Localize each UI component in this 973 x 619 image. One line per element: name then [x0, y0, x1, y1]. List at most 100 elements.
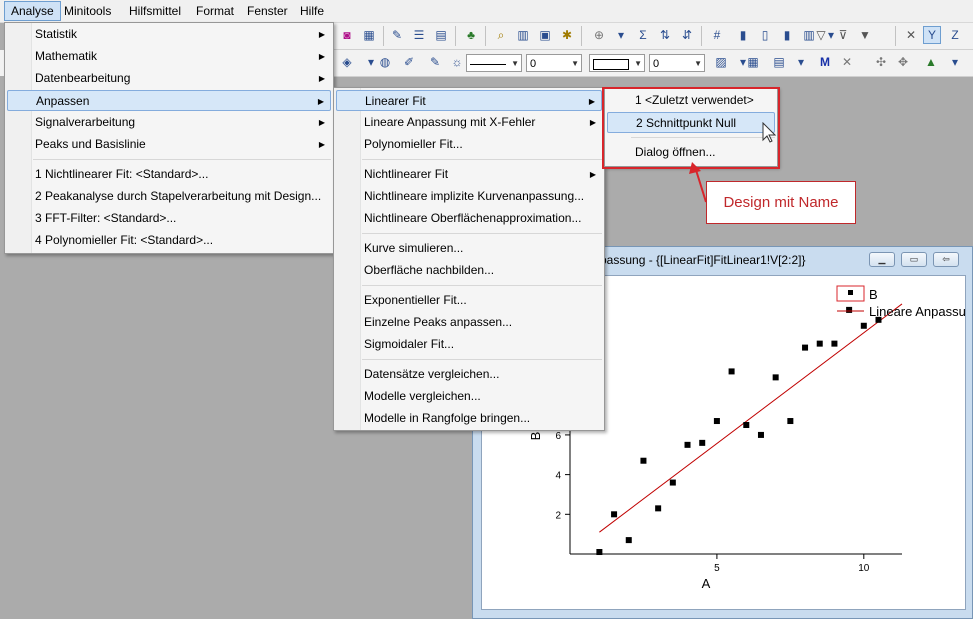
data-point	[787, 418, 794, 425]
menu-item-modelle-rangfolge[interactable]: Modelle in Rangfolge bringen...	[336, 408, 602, 429]
data-point	[713, 418, 720, 425]
dropdown-icon-5[interactable]: ▾	[793, 54, 809, 70]
recent-item-1[interactable]: 1 Nichtlinearer Fit: <Standard>...	[7, 164, 331, 185]
number-format-icon[interactable]: #	[709, 27, 725, 43]
unmerge-icon[interactable]: ✕	[839, 54, 855, 70]
pen-icon[interactable]: ✐	[401, 54, 417, 70]
data-point	[611, 511, 618, 518]
line-width-combo[interactable]: 0 ▼	[526, 54, 582, 72]
data-point	[743, 422, 750, 428]
add-column-icon[interactable]: ⊕	[591, 27, 607, 43]
data-point	[757, 431, 764, 438]
dropdown-icon-6[interactable]: ▾	[947, 54, 963, 70]
menu-item-statistik[interactable]: Statistik ▶	[7, 24, 331, 45]
y-axis-icon[interactable]: Y	[923, 26, 941, 44]
tables-icon[interactable]: ▤	[433, 27, 449, 43]
restore-button[interactable]: ▭	[901, 252, 927, 267]
sum-icon[interactable]: Σ	[635, 27, 651, 43]
menu-item-signalverarbeitung[interactable]: Signalverarbeitung ▶	[7, 112, 331, 133]
gear-icon[interactable]: ✱	[559, 27, 575, 43]
menu-item-peaks[interactable]: Peaks und Basislinie ▶	[7, 134, 331, 155]
y-axis-label: B	[528, 432, 543, 441]
menu-item-datensaetze-vergleichen[interactable]: Datensätze vergleichen...	[336, 364, 602, 385]
fill-bucket-icon[interactable]: ◈	[339, 54, 355, 70]
legend-label-b: B	[869, 287, 878, 302]
annotation-callout: Design mit Name	[706, 181, 856, 224]
line-style-combo[interactable]: ▼	[466, 54, 522, 72]
calendar-icon[interactable]: ▣	[537, 27, 553, 43]
y-tick-label: 6	[555, 431, 561, 442]
legend: B Lineare Anpassu	[836, 285, 966, 319]
menu-item-sigmoidaler-fit[interactable]: Sigmoidaler Fit...	[336, 334, 602, 355]
menu-item-kurve-simulieren[interactable]: Kurve simulieren...	[336, 238, 602, 259]
filter-toggle-icon[interactable]: ▼	[857, 27, 873, 43]
recent-item-4[interactable]: 4 Polynomieller Fit: <Standard>...	[7, 230, 331, 251]
z-axis-icon[interactable]: Z	[947, 27, 963, 43]
menu-item-exponentieller-fit[interactable]: Exponentieller Fit...	[336, 290, 602, 311]
brush-icon[interactable]: ✎	[427, 54, 443, 70]
pattern-width-combo[interactable]: 0 ▼	[649, 54, 705, 72]
menu-hilfe[interactable]: Hilfe	[294, 2, 330, 20]
data-point	[816, 340, 823, 347]
close-back-button[interactable]: ⇦	[933, 252, 959, 267]
pattern-icon[interactable]: ◍	[377, 54, 393, 70]
filter-icon[interactable]: ▽	[813, 27, 829, 43]
menu-item-modelle-vergleichen[interactable]: Modelle vergleichen...	[336, 386, 602, 407]
legend-label-fit: Lineare Anpassu	[869, 304, 966, 319]
menu-fenster[interactable]: Fenster	[241, 2, 294, 20]
column-chart-icon[interactable]: ▯	[757, 27, 773, 43]
dropdown-icon[interactable]: ▾	[613, 27, 629, 43]
data-point	[831, 340, 838, 347]
filter-clear-icon[interactable]: ⊽	[835, 27, 851, 43]
grid-icon[interactable]: ▦	[745, 54, 761, 70]
color-combo[interactable]: ▼	[589, 54, 645, 72]
menu-item-x-fehler[interactable]: Lineare Anpassung mit X-Fehler ▶	[336, 112, 602, 133]
recent-item-2[interactable]: 2 Peakanalyse durch Stapelverarbeitung m…	[7, 186, 331, 207]
data-point	[772, 374, 779, 381]
menu-item-nichtlinearer-fit[interactable]: Nichtlinearer Fit ▶	[336, 164, 602, 185]
menu-hilfsmittel[interactable]: Hilfsmittel	[123, 2, 187, 20]
line-width-value: 0	[530, 58, 537, 70]
bar-chart-icon[interactable]: ▮	[735, 27, 751, 43]
move-icon[interactable]: ✥	[895, 54, 911, 70]
anpassen-submenu: Linearer Fit ▶ Lineare Anpassung mit X-Fe…	[333, 87, 605, 431]
graph-window-title: passung - {[LinearFit]FitLinear1!V[2:2]}	[600, 253, 806, 267]
menu-item-linearer-fit[interactable]: Linearer Fit ▶	[336, 90, 602, 111]
menu-item-oberflaeche-nachbilden[interactable]: Oberfläche nachbilden...	[336, 260, 602, 281]
menu-item-oberflaechenapprox[interactable]: Nichtlineare Oberflächenapproximation...	[336, 208, 602, 229]
data-point	[846, 306, 853, 313]
sort-icon[interactable]: ⇅	[657, 27, 673, 43]
minimize-button[interactable]: ▁	[869, 252, 895, 267]
lock-icon[interactable]: ▲	[923, 54, 939, 70]
menu-item-mathematik[interactable]: Mathematik ▶	[7, 46, 331, 67]
menu-item-implizite[interactable]: Nichtlineare implizite Kurvenanpassung..…	[336, 186, 602, 207]
close-x-icon[interactable]: ✕	[903, 27, 919, 43]
menu-item-datenbearbeitung[interactable]: Datenbearbeitung ▶	[7, 68, 331, 89]
edit-icon[interactable]: ✎	[389, 27, 405, 43]
sun-icon[interactable]: ☼	[449, 54, 465, 70]
menu-format[interactable]: Format	[190, 2, 240, 20]
stacked-chart-icon[interactable]: ▮	[779, 27, 795, 43]
menu-minitools[interactable]: Minitools	[58, 2, 117, 20]
arrows-icon[interactable]: ✣	[873, 54, 889, 70]
menu-item-einzelne-peaks[interactable]: Einzelne Peaks anpassen...	[336, 312, 602, 333]
film-icon[interactable]: ▦	[361, 27, 377, 43]
fit-line	[599, 303, 903, 533]
merge-icon[interactable]: M	[817, 54, 833, 70]
legend-marker	[848, 290, 853, 295]
recent-item-3[interactable]: 3 FFT-Filter: <Standard>...	[7, 208, 331, 229]
menu-analyse[interactable]: Analyse	[4, 1, 61, 21]
notes-icon[interactable]: ▥	[515, 27, 531, 43]
hatch-icon[interactable]: ▨	[713, 54, 729, 70]
menu-item-anpassen[interactable]: Anpassen ▶	[7, 90, 331, 111]
annotation-highlight-box	[602, 87, 780, 169]
record-icon[interactable]: ◙	[339, 27, 355, 43]
standard-toolbar: ◙ ▦ ✎ ☰ ▤ ♣ ⌕ ▥ ▣ ✱ ⊕ ▾ Σ ⇅ ⇵ # ▮ ▯ ▮ ▥ …	[333, 23, 973, 50]
table-format-icon[interactable]: ▤	[771, 54, 787, 70]
layers-icon[interactable]: ☰	[411, 27, 427, 43]
tree-icon[interactable]: ♣	[463, 27, 479, 43]
sort-desc-icon[interactable]: ⇵	[679, 27, 695, 43]
data-point	[684, 441, 691, 448]
find-icon[interactable]: ⌕	[493, 27, 509, 43]
menu-item-polynomieller-fit[interactable]: Polynomieller Fit...	[336, 134, 602, 155]
